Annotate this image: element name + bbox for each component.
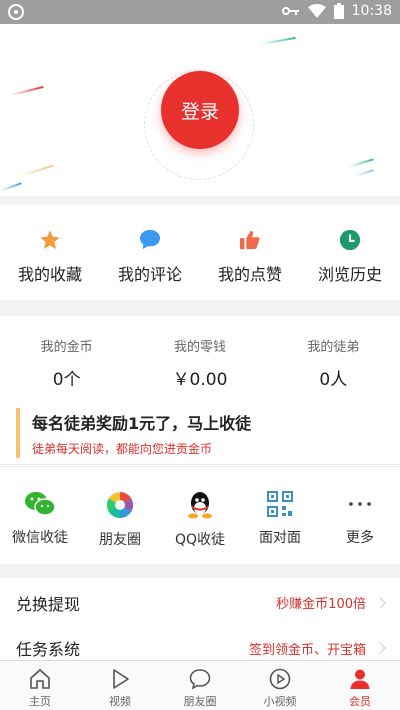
- apprentices-stat[interactable]: 我的徒弟 0人: [267, 336, 400, 390]
- more-share-label: 更多: [346, 530, 374, 546]
- apprentices-value: 0人: [319, 370, 348, 390]
- tasks-hint: 签到领金币、开宝箱: [248, 642, 366, 658]
- wifi-icon: [307, 4, 326, 18]
- home-icon: [30, 668, 50, 689]
- qq-share-label: QQ收徒: [174, 532, 226, 548]
- menu-row-exchange[interactable]: 兑换提现 秒赚金币100倍: [0, 578, 400, 628]
- key-icon: [281, 7, 299, 15]
- tab-home[interactable]: 主页: [0, 661, 80, 710]
- tab-moments[interactable]: 朋友圈: [160, 661, 240, 710]
- invite-title: 每名徒弟奖励1元了，马上收徒: [32, 414, 252, 433]
- decor-streak: [10, 85, 44, 97]
- tab-video-label: 视频: [109, 695, 131, 708]
- notification-icon: [8, 4, 24, 20]
- qr-code-icon: [267, 491, 293, 517]
- more-share-button[interactable]: 更多: [320, 467, 400, 564]
- invite-subtitle: 徒弟每天阅读，都能向您进贡金币: [32, 442, 213, 456]
- quick-actions: 我的收藏 我的评论 我的点赞 浏览历史: [0, 205, 400, 300]
- invite-banner[interactable]: 每名徒弟奖励1元了，马上收徒 徒弟每天阅读，都能向您进贡金币: [16, 408, 386, 458]
- likes-button[interactable]: 我的点赞: [200, 205, 300, 300]
- chevron-right-icon: [374, 596, 386, 609]
- coins-stat[interactable]: 我的金币 0个: [0, 336, 133, 390]
- chevron-right-icon: [374, 642, 386, 654]
- battery-icon: [333, 3, 344, 19]
- face-to-face-button[interactable]: 面对面: [240, 467, 320, 564]
- decor-streak: [18, 164, 54, 178]
- history-label: 浏览历史: [317, 265, 382, 284]
- exchange-hint: 秒赚金币100倍: [276, 597, 366, 612]
- bottom-tab-bar: 主页 视频 朋友圈 小视频 会员: [0, 660, 400, 710]
- comments-label: 我的评论: [117, 265, 182, 284]
- tasks-label: 任务系统: [16, 640, 81, 659]
- favorites-button[interactable]: 我的收藏: [0, 205, 100, 300]
- balance-value: ￥0.00: [172, 370, 228, 390]
- comments-button[interactable]: 我的评论: [100, 205, 200, 300]
- exchange-label: 兑换提现: [16, 594, 81, 614]
- balance-stat[interactable]: 我的零钱 ￥0.00: [133, 336, 266, 390]
- wechat-share-button[interactable]: 微信收徒: [0, 467, 80, 564]
- coins-value: 0个: [52, 370, 81, 390]
- clock-time: 10:38: [351, 3, 392, 19]
- profile-header: 登录: [0, 24, 400, 196]
- tab-member[interactable]: 会员: [320, 661, 400, 710]
- qq-icon: [188, 492, 212, 519]
- decor-streak: [354, 169, 374, 177]
- balance-title: 我的零钱: [173, 340, 226, 355]
- tab-video[interactable]: 视频: [80, 661, 160, 710]
- divider: [0, 464, 400, 465]
- tab-home-label: 主页: [29, 695, 51, 708]
- tab-moments-label: 朋友圈: [183, 695, 217, 708]
- star-icon: [40, 230, 60, 249]
- thumbs-up-icon: [239, 230, 260, 250]
- comment-icon: [139, 229, 161, 250]
- wallet-panel: 我的金币 0个 我的零钱 ￥0.00 我的徒弟 0人 每名徒弟奖励1元了，马上收…: [0, 316, 400, 466]
- decor-streak: [260, 36, 296, 46]
- login-button[interactable]: 登录: [161, 71, 239, 149]
- clock-icon: [339, 229, 361, 251]
- wechat-share-label: 微信收徒: [12, 530, 68, 546]
- short-video-icon: [269, 668, 291, 690]
- qq-share-button[interactable]: QQ收徒: [160, 467, 240, 564]
- share-channels: 微信收徒 朋友圈 QQ收徒 面对面 更多: [0, 466, 400, 564]
- decor-streak: [0, 182, 22, 192]
- decor-streak: [348, 158, 374, 168]
- favorites-label: 我的收藏: [17, 265, 82, 284]
- chat-bubble-icon: [189, 669, 211, 690]
- user-icon: [350, 669, 370, 689]
- apprentices-title: 我的徒弟: [307, 340, 360, 355]
- wechat-icon: [25, 492, 56, 516]
- tab-short-video-label: 小视频: [263, 695, 297, 708]
- moments-share-label: 朋友圈: [99, 532, 141, 548]
- more-icon: [349, 502, 371, 506]
- status-bar: 10:38: [0, 0, 400, 24]
- tab-member-label: 会员: [349, 695, 371, 708]
- moments-icon: [106, 491, 134, 519]
- tab-short-video[interactable]: 小视频: [240, 661, 320, 710]
- face-to-face-label: 面对面: [259, 530, 301, 546]
- coins-title: 我的金币: [40, 340, 93, 355]
- moments-share-button[interactable]: 朋友圈: [80, 467, 160, 564]
- likes-label: 我的点赞: [217, 265, 282, 284]
- play-icon: [113, 669, 129, 689]
- history-button[interactable]: 浏览历史: [300, 205, 400, 300]
